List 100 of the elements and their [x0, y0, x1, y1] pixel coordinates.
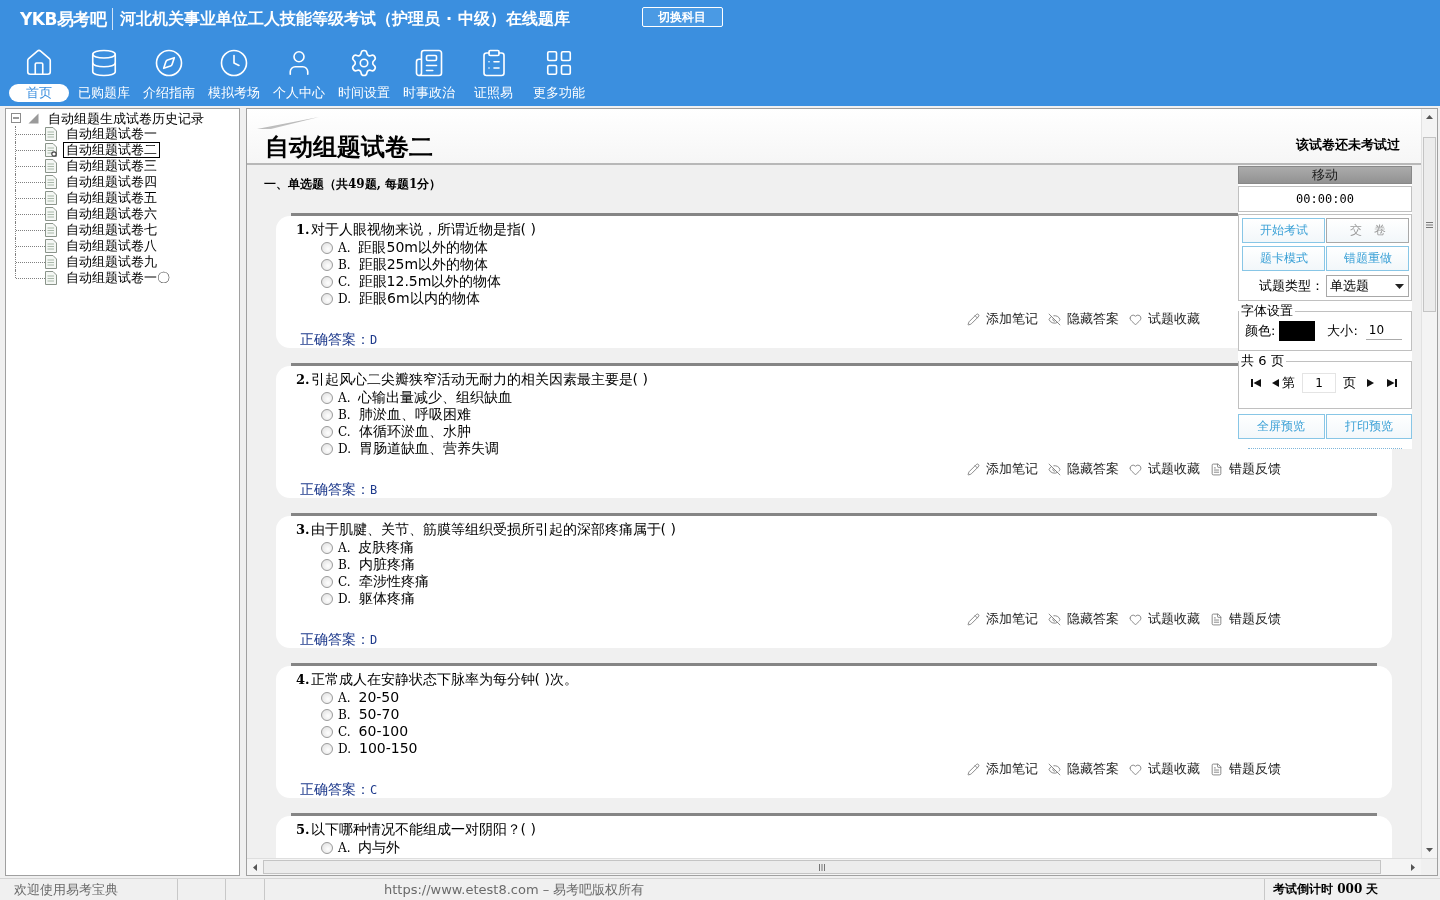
radio-button[interactable] — [321, 742, 333, 755]
tree-root-item[interactable]: 自动组题生成试卷历史记录 — [46, 110, 206, 126]
scrollbar-thumb[interactable] — [263, 860, 1381, 874]
radio-button[interactable] — [321, 725, 333, 738]
countdown-text: 考试倒计时 000 天 — [1273, 881, 1379, 898]
group-title: 共 6 页 — [1240, 354, 1285, 368]
tree-item[interactable]: 自动组题试卷六 — [63, 206, 160, 222]
action-link[interactable]: 试题收藏 — [1129, 461, 1200, 477]
document-icon — [45, 207, 57, 221]
tree-item[interactable]: 自动组题试卷一 — [63, 126, 160, 142]
tree-item[interactable]: 自动组题试卷一〇 — [63, 270, 173, 286]
paper-title: 自动组题试卷二 — [265, 132, 433, 162]
action-link[interactable]: 试题收藏 — [1129, 311, 1200, 327]
scroll-left-icon[interactable] — [253, 863, 257, 871]
tree-item[interactable]: 自动组题试卷八 — [63, 238, 160, 254]
radio-button[interactable] — [321, 442, 333, 455]
next-page-icon[interactable] — [1367, 379, 1374, 387]
correct-answer: 正确答案：D — [299, 631, 378, 648]
action-link[interactable]: 隐藏答案 — [1048, 311, 1119, 327]
font-size-field[interactable]: 10 — [1365, 322, 1402, 340]
tree-item[interactable]: 自动组题试卷二 — [63, 142, 160, 158]
tree-item[interactable]: 自动组题试卷四 — [63, 174, 160, 190]
action-link[interactable]: 隐藏答案 — [1048, 611, 1119, 627]
document-icon — [45, 127, 57, 141]
question-text: 2.引起风心二尖瓣狭窄活动无耐力的相关因素最主要是( ) — [296, 370, 648, 389]
action-link[interactable]: 添加笔记 — [967, 311, 1038, 327]
eye-off-icon — [1048, 462, 1061, 476]
document-icon — [45, 159, 57, 173]
option-text: D. 胃肠道缺血、营养失调 — [338, 440, 499, 457]
nav-tab[interactable]: 首页 — [6, 38, 71, 102]
action-link[interactable]: 试题收藏 — [1129, 611, 1200, 627]
scroll-up-icon[interactable] — [1426, 115, 1433, 119]
option-text: B. 50-70 — [338, 706, 400, 723]
scrollbar-thumb[interactable] — [1423, 137, 1436, 312]
document-icon — [1210, 762, 1223, 776]
option-text: B. 肺淤血、呼吸困难 — [338, 406, 471, 423]
group-title: 字体设置 — [1240, 304, 1294, 318]
section-title: 一、单选题（共49题, 每题1分） — [263, 176, 443, 192]
action-link[interactable]: 隐藏答案 — [1048, 761, 1119, 777]
option-text: A. 距眼50m以外的物体 — [338, 239, 488, 256]
eye-off-icon — [1048, 312, 1061, 326]
radio-button[interactable] — [321, 592, 333, 605]
radio-button[interactable] — [321, 708, 333, 721]
eye-off-icon — [1048, 612, 1061, 626]
first-page-icon[interactable] — [1251, 379, 1261, 387]
previous-page-icon[interactable] — [1272, 379, 1279, 387]
scroll-right-icon[interactable] — [1411, 863, 1415, 871]
last-page-icon[interactable] — [1387, 379, 1397, 387]
horizontal-scrollbar[interactable] — [247, 859, 1421, 875]
vertical-scrollbar[interactable] — [1421, 109, 1437, 858]
radio-button[interactable] — [321, 425, 333, 438]
action-link[interactable]: 隐藏答案 — [1048, 461, 1119, 477]
scroll-down-icon[interactable] — [1426, 848, 1433, 852]
action-link[interactable]: 错题反馈 — [1210, 761, 1281, 777]
radio-button[interactable] — [321, 391, 333, 404]
tree-item[interactable]: 自动组题试卷三 — [63, 158, 160, 174]
radio-button[interactable] — [321, 241, 333, 254]
radio-button[interactable] — [321, 258, 333, 271]
caret-down-icon — [1395, 283, 1404, 289]
radio-button[interactable] — [321, 558, 333, 571]
radio-button[interactable] — [321, 408, 333, 421]
pencil-icon — [967, 462, 980, 476]
document-pin-icon — [45, 143, 57, 157]
copyright-text: https://www.etest8.com – 易考吧版权所有 — [384, 880, 645, 899]
question-text: 5.以下哪种情况不能组成一对阴阳？( ) — [296, 820, 536, 839]
question-text: 4.正常成人在安静状态下脉率为每分钟( )次。 — [296, 670, 578, 689]
radio-button[interactable] — [321, 575, 333, 588]
radio-button[interactable] — [321, 541, 333, 554]
action-link[interactable]: 错题反馈 — [1210, 461, 1281, 477]
question-text: 1.对于人眼视物来说，所谓近物是指( ) — [296, 220, 536, 239]
radio-button[interactable] — [321, 841, 333, 854]
action-link[interactable]: 错题反馈 — [1210, 611, 1281, 627]
pencil-icon — [967, 312, 980, 326]
action-link[interactable]: 添加笔记 — [967, 761, 1038, 777]
question-text: 3.由于肌腱、关节、筋膜等组织受损所引起的深部疼痛属于( ) — [296, 520, 676, 539]
logo: YKB易考吧 — [20, 7, 107, 31]
collapse-icon[interactable] — [11, 113, 21, 123]
document-icon — [45, 191, 57, 205]
option-text: C. 牵涉性疼痛 — [338, 573, 429, 590]
color-label: 颜色: — [1245, 322, 1276, 340]
tree-item[interactable]: 自动组题试卷九 — [63, 254, 160, 270]
option-text: D. 100-150 — [338, 740, 418, 757]
radio-button[interactable] — [321, 691, 333, 704]
panel-title-bar[interactable]: 移动 — [1238, 166, 1412, 184]
document-icon — [45, 255, 57, 269]
page-number-field[interactable]: 1 — [1302, 373, 1336, 393]
clock-icon — [218, 48, 249, 78]
action-link[interactable]: 试题收藏 — [1129, 761, 1200, 777]
document-icon — [1210, 612, 1223, 626]
action-link[interactable]: 添加笔记 — [967, 461, 1038, 477]
radio-button[interactable] — [321, 275, 333, 288]
option-text: A. 心输出量减少、组织缺血 — [338, 389, 513, 406]
tree-item[interactable]: 自动组题试卷七 — [63, 222, 160, 238]
pencil-icon — [967, 762, 980, 776]
color-swatch[interactable] — [1279, 321, 1316, 341]
action-link[interactable]: 添加笔记 — [967, 611, 1038, 627]
radio-button[interactable] — [321, 292, 333, 305]
type-select[interactable]: 单选题 — [1326, 275, 1409, 297]
tree-item[interactable]: 自动组题试卷五 — [63, 190, 160, 206]
triangle-icon — [28, 112, 39, 124]
